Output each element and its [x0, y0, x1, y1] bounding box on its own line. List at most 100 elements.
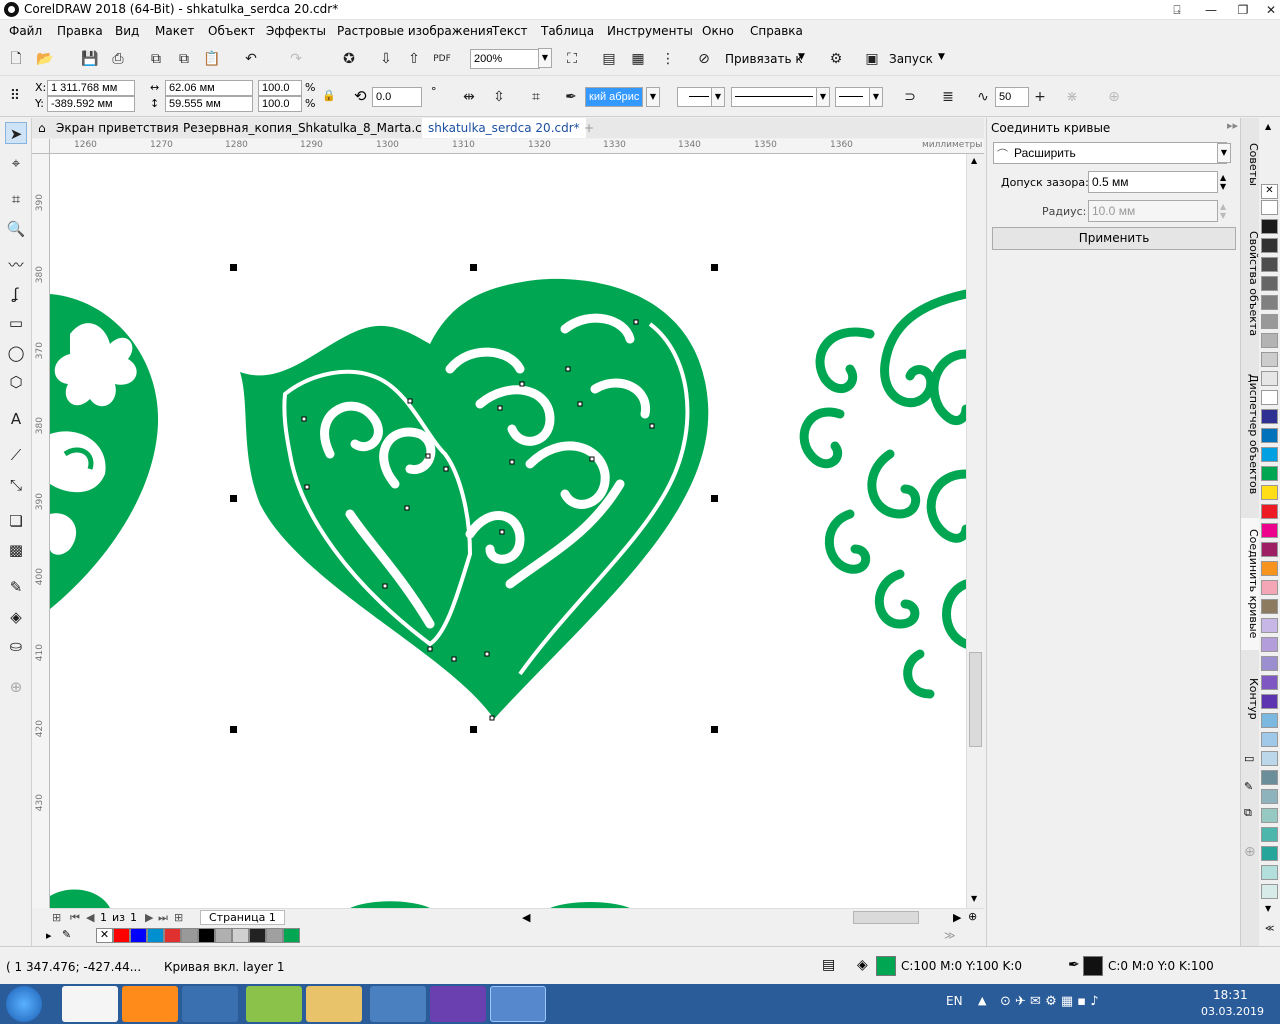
palette-swatch[interactable] — [1261, 637, 1278, 652]
open-icon[interactable]: 📂 — [34, 48, 56, 70]
vertical-ruler[interactable]: 390 380 370 380 390 400 410 420 430 — [32, 154, 50, 908]
document-palette-swatch[interactable] — [113, 928, 130, 943]
zoom-navigator-icon[interactable]: ⊕ — [968, 910, 977, 923]
first-page-icon[interactable]: ⏮ — [70, 911, 80, 925]
outline-pen-icon[interactable]: ✒ — [560, 86, 582, 108]
outline-pen-status-icon[interactable]: ✒ — [1068, 957, 1080, 973]
palette-swatch[interactable] — [1261, 257, 1278, 272]
scale-y-field[interactable]: 100.0 — [258, 96, 302, 112]
menu-table[interactable]: Таблица — [541, 24, 594, 38]
paste-icon[interactable]: 📋 — [201, 48, 223, 70]
snap-to-label[interactable]: Привязать к — [725, 52, 803, 66]
chrome-icon[interactable] — [182, 986, 238, 1022]
scroll-right-icon[interactable]: ▶ — [953, 911, 961, 924]
palette-no-color[interactable]: ✕ — [1261, 184, 1278, 199]
connector-tool-icon[interactable]: ⤡ — [5, 474, 27, 496]
palette-swatch[interactable] — [1261, 485, 1278, 500]
selection-handle[interactable] — [470, 264, 477, 271]
palette-swatch[interactable] — [1261, 846, 1278, 861]
last-page-icon[interactable]: ⏭ — [158, 911, 168, 925]
color-proof-icon[interactable]: ▤ — [822, 957, 835, 973]
menu-window[interactable]: Окно — [702, 24, 734, 38]
show-guides-icon[interactable]: ⋮ — [657, 48, 679, 70]
curve-smoothing-icon[interactable]: ∿ — [972, 86, 994, 108]
start-button[interactable] — [6, 986, 42, 1022]
document-palette-swatch[interactable] — [232, 928, 249, 943]
width-field[interactable]: 62.06 мм — [165, 80, 253, 96]
selection-handle[interactable] — [230, 726, 237, 733]
mirror-horizontal-icon[interactable]: ⇹ — [458, 86, 480, 108]
crop-tool-icon[interactable]: ⌗ — [5, 188, 27, 210]
tab-extra-1-icon[interactable]: ▭ — [1244, 752, 1254, 765]
zoom-tool-icon[interactable]: 🔍 — [5, 218, 27, 240]
palette-eyedropper-icon[interactable]: ✎ — [62, 928, 71, 941]
menu-edit[interactable]: Правка — [57, 24, 103, 38]
outline-color-swatch[interactable] — [1083, 956, 1103, 976]
line-style-field[interactable] — [731, 87, 819, 107]
show-grid-icon[interactable]: ▦ — [627, 48, 649, 70]
document-palette-swatch[interactable] — [249, 928, 266, 943]
palette-swatch[interactable] — [1261, 219, 1278, 234]
palette-swatch[interactable] — [1261, 618, 1278, 633]
document-palette-swatch[interactable] — [181, 928, 198, 943]
docker-expand-icon[interactable]: ▸▸ — [1227, 119, 1238, 132]
palette-swatch[interactable] — [1261, 466, 1278, 481]
palette-swatch[interactable] — [1261, 352, 1278, 367]
join-mode-dropdown[interactable]: ▼ — [1217, 143, 1231, 163]
right-heart-ornament[interactable] — [799, 289, 966, 699]
polygon-tool-icon[interactable]: ⬡ — [5, 371, 27, 393]
y-position-field[interactable]: -389.592 мм — [47, 96, 135, 112]
palette-swatch[interactable] — [1261, 428, 1278, 443]
palette-swatch[interactable] — [1261, 770, 1278, 785]
scroll-up-icon[interactable]: ▲ — [971, 156, 977, 165]
minimize-button[interactable]: — — [1194, 0, 1228, 20]
end-arrow-dropdown[interactable]: ▼ — [869, 87, 883, 107]
add-toolbar-icon[interactable]: ⊕ — [1103, 86, 1125, 108]
publish-pdf-icon[interactable]: PDF — [431, 48, 453, 70]
mirror-vertical-icon[interactable]: ⇳ — [488, 86, 510, 108]
end-arrow-field[interactable] — [835, 87, 871, 107]
document-palette-swatch[interactable] — [164, 928, 181, 943]
smoothing-stepper-icon[interactable]: + — [1029, 86, 1051, 108]
text-tool-icon[interactable]: A — [5, 408, 27, 430]
document-palette-swatch[interactable] — [283, 928, 300, 943]
export-icon[interactable]: ⇧ — [403, 48, 425, 70]
palette-swatch[interactable] — [1261, 694, 1278, 709]
parallel-dimension-icon[interactable]: ⟋ — [5, 444, 27, 466]
document-palette-swatch[interactable] — [147, 928, 164, 943]
join-mode-select[interactable]: Расширить — [993, 142, 1227, 164]
add-page-before-icon[interactable]: ⊞ — [52, 911, 61, 924]
launch-icon[interactable]: ▣ — [861, 48, 883, 70]
palette-swatch[interactable] — [1261, 751, 1278, 766]
menu-view[interactable]: Вид — [115, 24, 139, 38]
palette-up-icon[interactable]: ▲ — [1265, 122, 1271, 131]
coreldraw-taskbar-icon[interactable] — [490, 986, 546, 1022]
pick-tool-icon[interactable]: ➤ — [5, 122, 27, 144]
menu-help[interactable]: Справка — [750, 24, 803, 38]
eyedropper-tool-icon[interactable]: ✎ — [5, 576, 27, 598]
palette-swatch[interactable] — [1261, 314, 1278, 329]
add-page-after-icon[interactable]: ⊞ — [174, 911, 183, 924]
outline-width-field[interactable]: кий абрис — [585, 87, 643, 107]
object-origin-icon[interactable]: ⠿ — [4, 85, 26, 107]
text-wrap-icon[interactable]: ≣ — [937, 86, 959, 108]
menu-effects[interactable]: Эффекты — [266, 24, 326, 38]
import-icon[interactable]: ⇩ — [375, 48, 397, 70]
artwork[interactable] — [50, 154, 966, 908]
tab-active-document[interactable]: shkatulka_serdca 20.cdr* — [422, 118, 586, 138]
menu-tools[interactable]: Инструменты — [607, 24, 693, 38]
next-page-icon[interactable]: ▶ — [145, 911, 153, 924]
tab-hints[interactable]: Советы — [1241, 120, 1260, 208]
launch-label[interactable]: Запуск — [889, 52, 933, 66]
full-screen-icon[interactable]: ⛶ — [561, 48, 583, 70]
new-tab-icon[interactable]: + — [578, 118, 600, 138]
x-position-field[interactable]: 1 311.768 мм — [47, 80, 135, 96]
tray-icons[interactable]: ⊙ ✈ ✉ ⚙ ▦ ▪ ♪ — [1000, 994, 1099, 1009]
menu-layout[interactable]: Макет — [155, 24, 194, 38]
fill-color-swatch[interactable] — [876, 956, 896, 976]
palette-swatch[interactable] — [1261, 675, 1278, 690]
menu-text[interactable]: Текст — [492, 24, 528, 38]
ruler-origin[interactable] — [32, 139, 50, 154]
smoothing-field[interactable]: 50 — [995, 87, 1029, 107]
scroll-left-icon[interactable]: ◀ — [522, 911, 530, 924]
